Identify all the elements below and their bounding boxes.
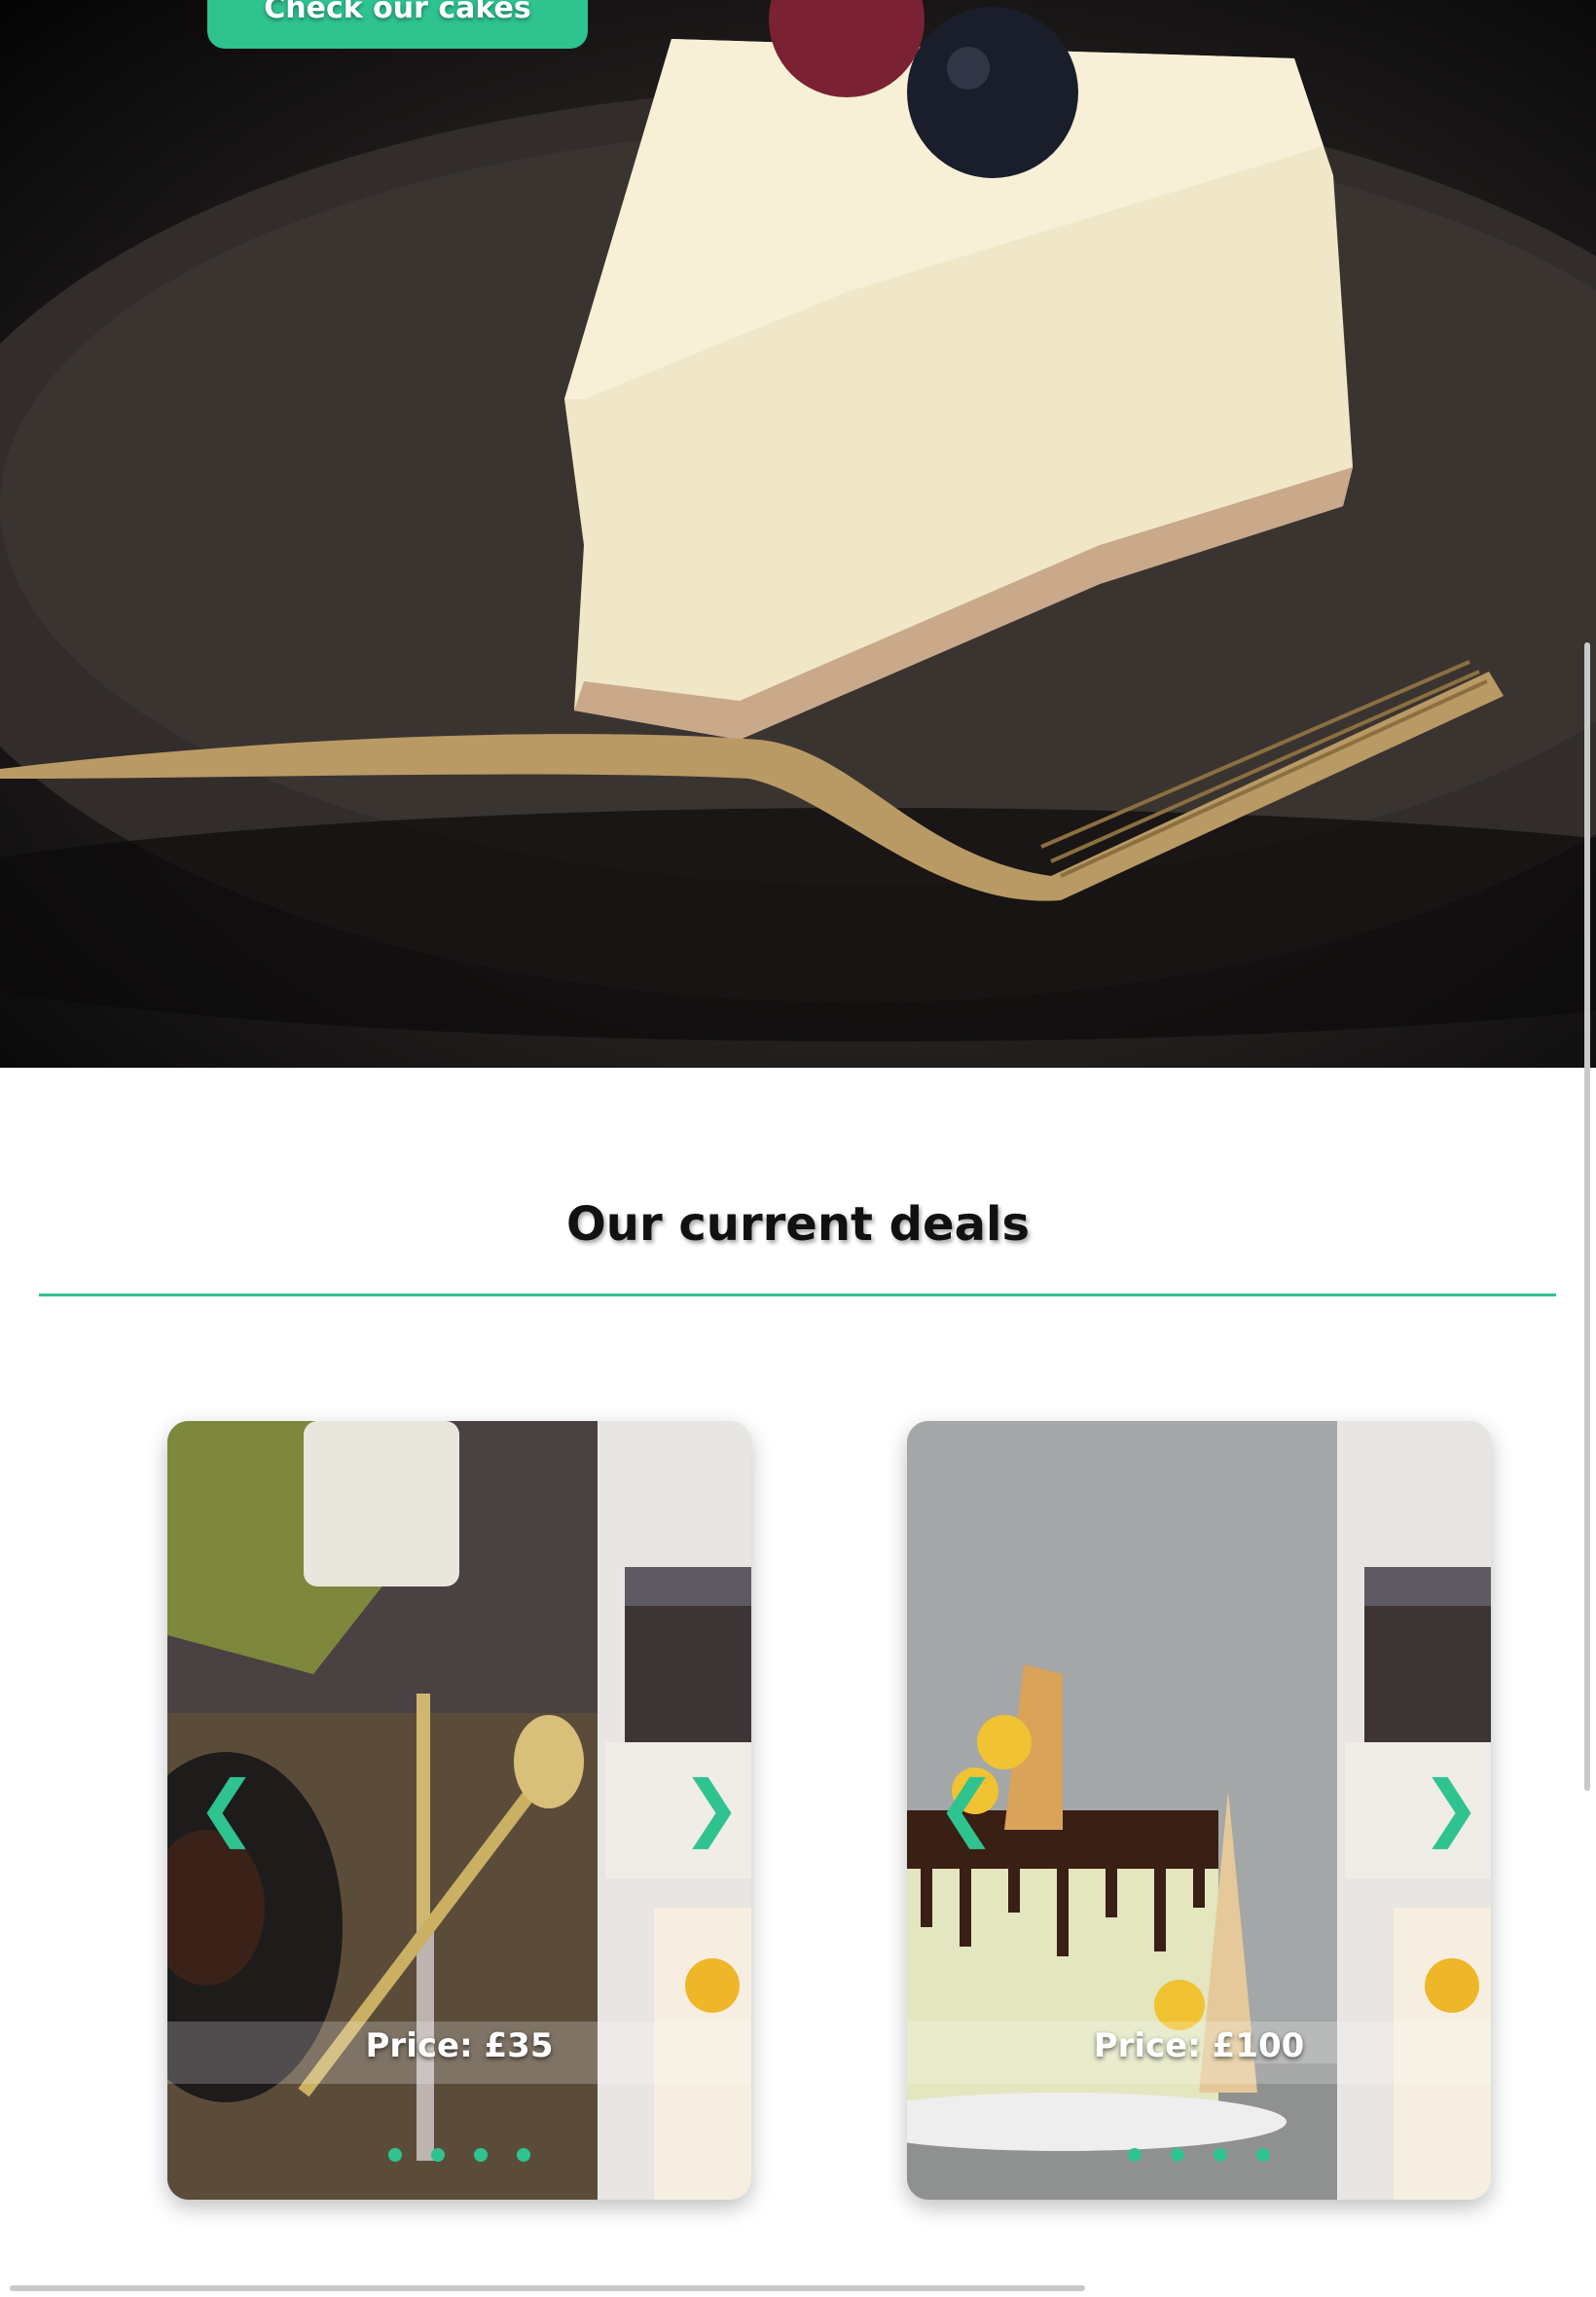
prev-slide-icon[interactable]: ❮ bbox=[197, 1771, 257, 1843]
carousel-dot[interactable] bbox=[1214, 2148, 1227, 2162]
deal-card-2: Price: £100 ❮ ❯ bbox=[907, 1421, 1491, 2200]
section-divider bbox=[39, 1294, 1556, 1296]
deal-price: Price: £100 bbox=[1093, 2026, 1305, 2065]
deals-section-title: Our current deals bbox=[565, 1197, 1031, 1252]
carousel-dots bbox=[907, 2148, 1491, 2162]
carousel-dot[interactable] bbox=[1128, 2148, 1142, 2162]
carousel-dot[interactable] bbox=[1171, 2148, 1184, 2162]
hero-cheesecake-image bbox=[0, 0, 1596, 1041]
next-slide-icon[interactable]: ❯ bbox=[1421, 1771, 1481, 1843]
prev-slide-icon[interactable]: ❮ bbox=[936, 1771, 997, 1843]
carousel-dot[interactable] bbox=[431, 2148, 445, 2162]
carousel-dot[interactable] bbox=[388, 2148, 402, 2162]
deal-price: Price: £35 bbox=[365, 2026, 554, 2065]
deal-card-1: Price: £35 ❮ ❯ bbox=[167, 1421, 751, 2200]
check-cakes-button[interactable]: Check our cakes bbox=[207, 0, 588, 49]
carousel-dot[interactable] bbox=[474, 2148, 488, 2162]
carousel-dots bbox=[167, 2148, 751, 2162]
carousel-dot[interactable] bbox=[517, 2148, 530, 2162]
next-slide-icon[interactable]: ❯ bbox=[681, 1771, 742, 1843]
horizontal-scrollbar[interactable] bbox=[10, 2285, 1085, 2291]
carousel-dot[interactable] bbox=[1256, 2148, 1270, 2162]
hero-banner: Check our cakes bbox=[0, 0, 1596, 1068]
